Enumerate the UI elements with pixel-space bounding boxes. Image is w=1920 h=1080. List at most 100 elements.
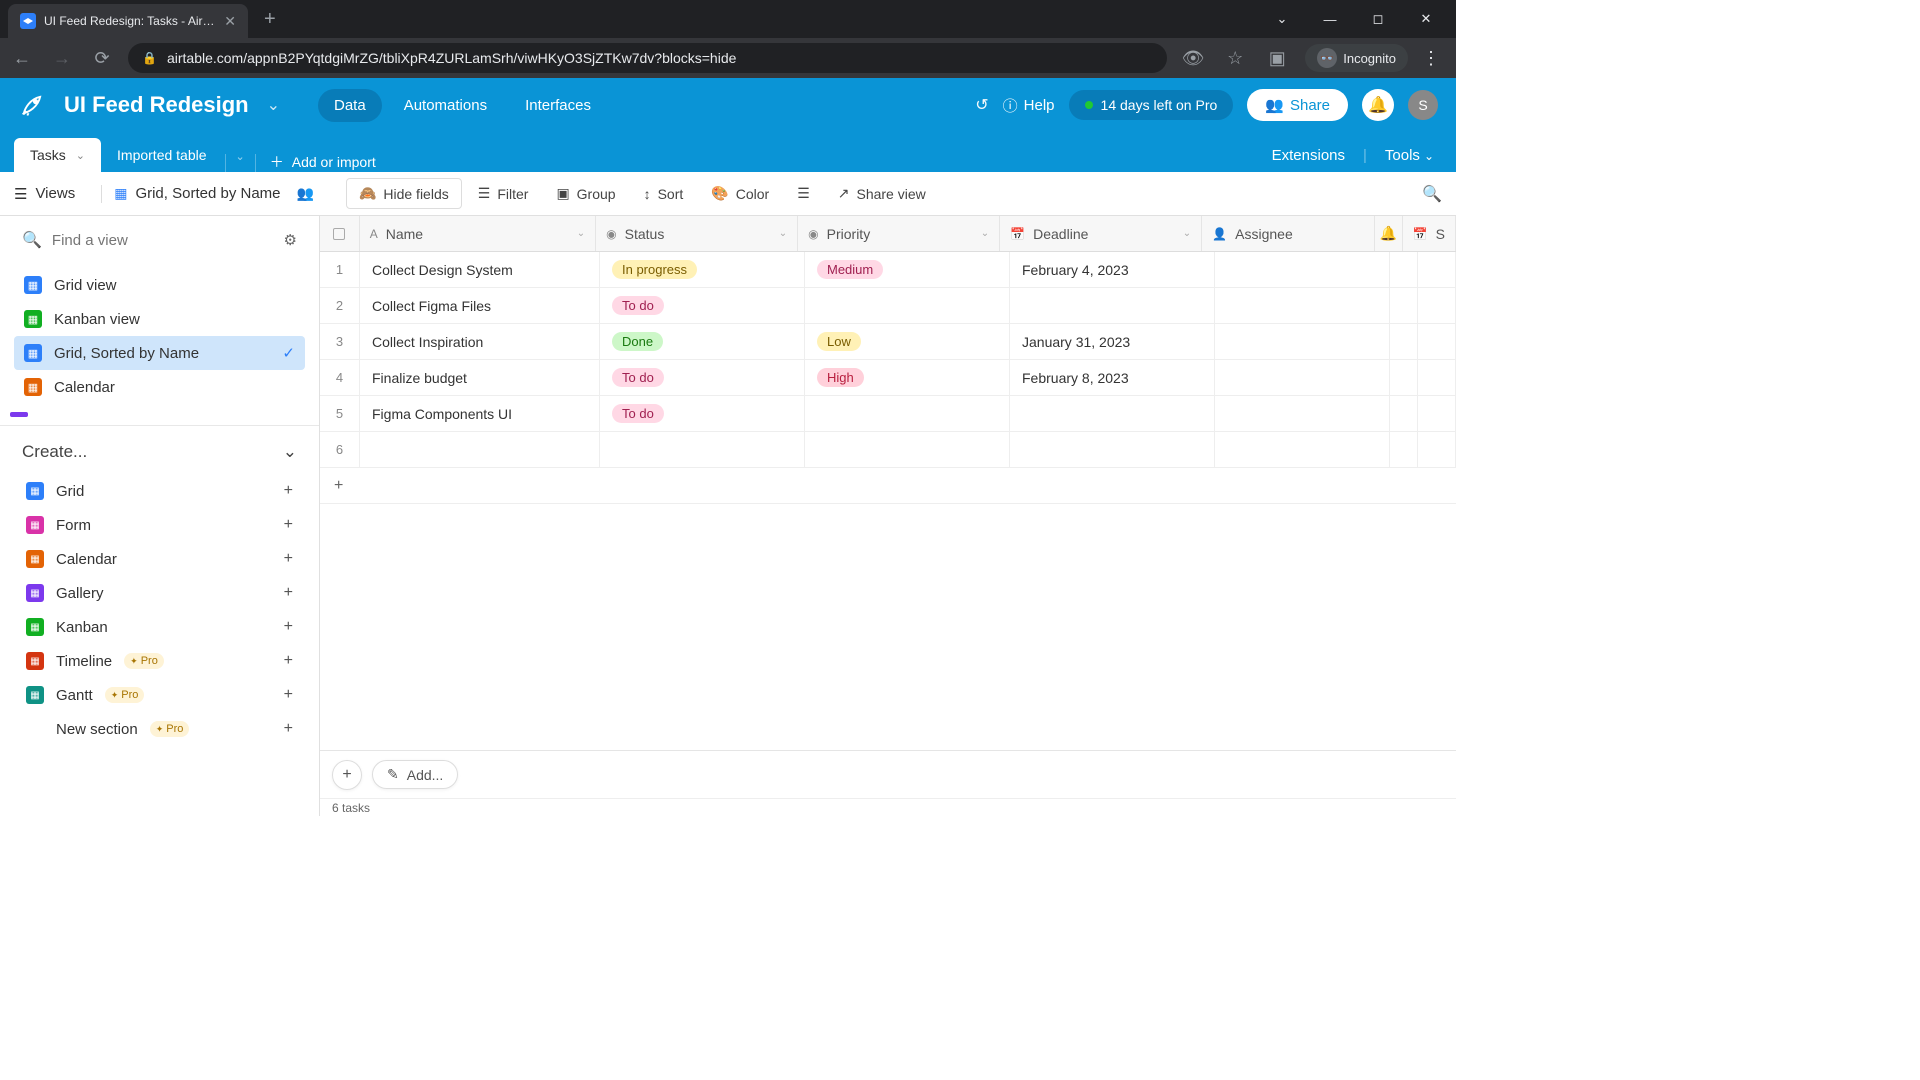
column-extra[interactable]: 📅S: [1403, 216, 1456, 251]
gear-icon[interactable]: ⚙: [284, 231, 297, 249]
browser-tab[interactable]: UI Feed Redesign: Tasks - Airtab… ✕: [8, 4, 248, 38]
avatar[interactable]: S: [1408, 90, 1438, 120]
star-icon[interactable]: ☆: [1221, 48, 1249, 69]
cell-assignee[interactable]: [1215, 432, 1390, 467]
back-icon[interactable]: ←: [8, 48, 36, 69]
cell-name[interactable]: Finalize budget: [360, 360, 600, 395]
table-row[interactable]: 6: [320, 432, 1456, 468]
cell-status[interactable]: To do: [600, 360, 805, 395]
group-button[interactable]: ▣ Group: [544, 179, 627, 208]
table-row[interactable]: 3 Collect Inspiration Done Low January 3…: [320, 324, 1456, 360]
plus-icon[interactable]: +: [284, 584, 293, 602]
cell-status[interactable]: To do: [600, 288, 805, 323]
column-status[interactable]: ◉Status⌄: [596, 216, 798, 251]
column-notify[interactable]: 🔔: [1375, 216, 1403, 251]
cell-notify[interactable]: [1390, 252, 1418, 287]
footer-add-button[interactable]: +: [332, 760, 362, 790]
cell-extra[interactable]: [1418, 360, 1456, 395]
cell-assignee[interactable]: [1215, 360, 1390, 395]
select-all-column[interactable]: [320, 216, 360, 251]
cell-notify[interactable]: [1390, 360, 1418, 395]
close-icon[interactable]: ✕: [224, 13, 236, 30]
notifications-button[interactable]: 🔔: [1362, 89, 1394, 121]
create-view-cal[interactable]: ▦Calendar+: [22, 542, 297, 576]
create-view-gallery[interactable]: ▦Gallery+: [22, 576, 297, 610]
table-row[interactable]: 4 Finalize budget To do High February 8,…: [320, 360, 1456, 396]
cell-priority[interactable]: [805, 288, 1010, 323]
panel-icon[interactable]: ▣: [1263, 48, 1291, 69]
history-icon[interactable]: ↺: [975, 95, 988, 115]
sidebar-view-item[interactable]: ▦Kanban view: [14, 302, 305, 336]
cell-priority[interactable]: [805, 432, 1010, 467]
eye-off-icon[interactable]: 👁: [1179, 48, 1207, 69]
search-icon[interactable]: 🔍: [1422, 184, 1442, 204]
table-tab-imported[interactable]: Imported table: [101, 138, 223, 172]
cell-name[interactable]: [360, 432, 600, 467]
cell-status[interactable]: To do: [600, 396, 805, 431]
find-view-input[interactable]: [52, 232, 274, 249]
row-height-button[interactable]: ☰: [785, 179, 822, 208]
cell-deadline[interactable]: [1010, 288, 1215, 323]
cell-extra[interactable]: [1418, 288, 1456, 323]
cell-deadline[interactable]: [1010, 432, 1215, 467]
help-button[interactable]: ⓘ Help: [1003, 95, 1055, 116]
column-name[interactable]: AName⌄: [360, 216, 596, 251]
cell-name[interactable]: Collect Figma Files: [360, 288, 600, 323]
table-row[interactable]: 1 Collect Design System In progress Medi…: [320, 252, 1456, 288]
maximize-icon[interactable]: ◻: [1356, 4, 1400, 34]
sidebar-view-item[interactable]: ▦Grid, Sorted by Name✓: [14, 336, 305, 370]
share-button[interactable]: 👥 Share: [1247, 89, 1348, 121]
color-button[interactable]: 🎨 Color: [699, 179, 781, 208]
footer-add-menu[interactable]: ✎ Add...: [372, 760, 458, 789]
share-view-button[interactable]: ↗ Share view: [826, 179, 938, 208]
chevron-down-icon[interactable]: ⌄: [267, 95, 280, 115]
plus-icon[interactable]: +: [284, 652, 293, 670]
extensions-button[interactable]: Extensions: [1272, 147, 1345, 164]
people-icon[interactable]: 👥: [297, 185, 314, 202]
cell-assignee[interactable]: [1215, 288, 1390, 323]
cell-priority[interactable]: High: [805, 360, 1010, 395]
create-view-grid[interactable]: ▦Grid+: [22, 474, 297, 508]
filter-button[interactable]: ☰ Filter: [466, 179, 541, 208]
trial-pill[interactable]: 14 days left on Pro: [1069, 90, 1234, 120]
cell-extra[interactable]: [1418, 252, 1456, 287]
tab-interfaces[interactable]: Interfaces: [509, 89, 607, 122]
plus-icon[interactable]: +: [284, 686, 293, 704]
reload-icon[interactable]: ⟳: [88, 48, 116, 69]
cell-deadline[interactable]: February 4, 2023: [1010, 252, 1215, 287]
cell-deadline[interactable]: February 8, 2023: [1010, 360, 1215, 395]
minimize-icon[interactable]: ―: [1308, 4, 1352, 34]
new-tab-button[interactable]: +: [264, 8, 276, 31]
cell-name[interactable]: Collect Design System: [360, 252, 600, 287]
add-row-button[interactable]: +: [320, 468, 1456, 504]
cell-name[interactable]: Figma Components UI: [360, 396, 600, 431]
column-priority[interactable]: ◉Priority⌄: [798, 216, 1000, 251]
chevron-down-icon[interactable]: ⌄: [981, 228, 989, 239]
cell-notify[interactable]: [1390, 432, 1418, 467]
cell-notify[interactable]: [1390, 288, 1418, 323]
views-toggle[interactable]: ☰ Views: [14, 185, 89, 203]
sort-button[interactable]: ↕ Sort: [632, 180, 696, 208]
rocket-icon[interactable]: [18, 91, 46, 119]
add-or-import-button[interactable]: ＋ Add or import: [270, 152, 376, 172]
column-deadline[interactable]: 📅Deadline⌄: [1000, 216, 1202, 251]
cell-priority[interactable]: [805, 396, 1010, 431]
cell-extra[interactable]: [1418, 324, 1456, 359]
plus-icon[interactable]: +: [284, 720, 293, 738]
incognito-badge[interactable]: 👓 Incognito: [1305, 44, 1408, 72]
create-header[interactable]: Create... ⌄: [22, 442, 297, 462]
tab-data[interactable]: Data: [318, 89, 382, 122]
cell-extra[interactable]: [1418, 432, 1456, 467]
table-row[interactable]: 2 Collect Figma Files To do: [320, 288, 1456, 324]
cell-deadline[interactable]: [1010, 396, 1215, 431]
create-new-section[interactable]: New section Pro +: [22, 712, 297, 746]
chevron-down-icon[interactable]: ⌄: [1183, 228, 1191, 239]
cell-deadline[interactable]: January 31, 2023: [1010, 324, 1215, 359]
close-window-icon[interactable]: ✕: [1404, 4, 1448, 34]
cell-assignee[interactable]: [1215, 396, 1390, 431]
cell-extra[interactable]: [1418, 396, 1456, 431]
cell-priority[interactable]: Low: [805, 324, 1010, 359]
cell-assignee[interactable]: [1215, 252, 1390, 287]
create-view-timeline[interactable]: ▦TimelinePro+: [22, 644, 297, 678]
cell-assignee[interactable]: [1215, 324, 1390, 359]
